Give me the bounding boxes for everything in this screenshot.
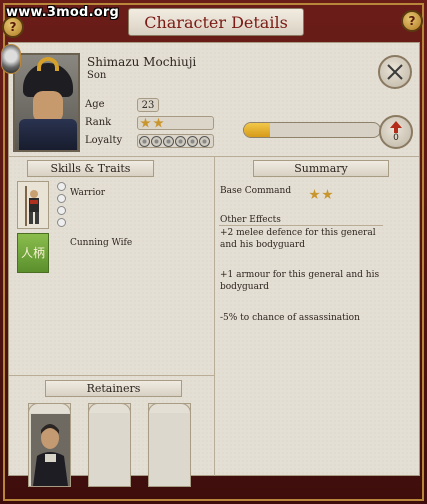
retainer-count: 0	[393, 133, 399, 143]
trait-level-dot	[57, 206, 66, 215]
rank-stars	[137, 116, 214, 130]
character-panel: Shimazu Mochiuji Son Age 23 Rank Loyalty…	[8, 42, 420, 487]
rank-label: Rank	[85, 117, 112, 128]
warrior-figure-icon	[25, 186, 39, 226]
summary-title: Summary	[294, 162, 348, 175]
trait-warrior-label: Warrior	[70, 188, 106, 198]
retainers-title: Retainers	[86, 382, 141, 395]
question-icon: ?	[9, 20, 17, 34]
divider-vertical	[214, 156, 215, 476]
rank-star-icon	[322, 189, 333, 200]
divider	[9, 375, 214, 376]
side-portrait-tab[interactable]	[1, 44, 21, 74]
title-bar: Character Details	[128, 8, 304, 36]
retainer-portrait-icon	[31, 414, 70, 486]
loyalty-dot-icon	[175, 135, 186, 147]
retainers-header: Retainers	[45, 380, 182, 397]
warrior-icon[interactable]	[17, 181, 49, 229]
loyalty-label: Loyalty	[85, 135, 123, 146]
character-name: Shimazu Mochiuji	[87, 55, 197, 69]
trait-cunning-wife-label: Cunning Wife	[70, 238, 133, 248]
age-value: 23	[137, 98, 159, 112]
arrow-up-icon	[390, 121, 402, 133]
loyalty-dot-icon	[187, 135, 198, 147]
crossed-swords-icon	[387, 64, 403, 80]
skills-traits-title: Skills & Traits	[50, 162, 131, 175]
loyalty-dot-icon	[199, 135, 210, 147]
effect-line: -5% to chance of assassination	[220, 313, 360, 323]
effects-divider	[219, 225, 383, 226]
page-title: Character Details	[144, 12, 288, 32]
crossed-swords-button[interactable]	[378, 55, 412, 89]
loyalty-dot-icon	[139, 135, 150, 147]
summary-header: Summary	[253, 160, 389, 177]
slot-arch	[88, 403, 131, 413]
rank-star-icon	[140, 117, 151, 128]
watermark: www.3mod.org	[6, 5, 119, 20]
rank-star-icon	[309, 189, 320, 200]
slot-arch	[148, 403, 191, 413]
character-portrait	[13, 53, 80, 152]
helmet-crest	[37, 57, 59, 71]
trait-level-dot	[57, 182, 66, 191]
trait-level-dot	[57, 194, 66, 203]
skills-traits-header: Skills & Traits	[27, 160, 154, 177]
rank-star-icon	[153, 117, 164, 128]
loyalty-dots	[137, 134, 214, 148]
effect-line: +1 armour for this general and his bodyg…	[220, 270, 380, 292]
character-relation: Son	[87, 70, 107, 81]
question-icon: ?	[408, 14, 416, 28]
kanji-trait-icon[interactable]: 人柄	[17, 233, 49, 273]
base-command-stars	[307, 185, 333, 204]
loyalty-dot-icon	[151, 135, 162, 147]
armor-shape	[19, 119, 77, 150]
trait-level-dot	[57, 218, 66, 227]
retainer-slot-2[interactable]	[88, 403, 131, 487]
age-label: Age	[85, 99, 105, 110]
help-button-right[interactable]: ?	[401, 10, 423, 32]
base-command-label: Base Command	[220, 186, 292, 196]
progress-fill	[244, 123, 270, 137]
effect-line: +2 melee defence for this general and hi…	[220, 228, 376, 250]
retainer-progress-bar	[243, 122, 381, 138]
kanji-glyph: 人柄	[20, 245, 45, 260]
retainer-slot-3[interactable]	[148, 403, 191, 487]
loyalty-dot-icon	[163, 135, 174, 147]
retainer-count-button[interactable]: 0	[379, 115, 413, 149]
retainer-slot-1[interactable]	[28, 403, 71, 487]
